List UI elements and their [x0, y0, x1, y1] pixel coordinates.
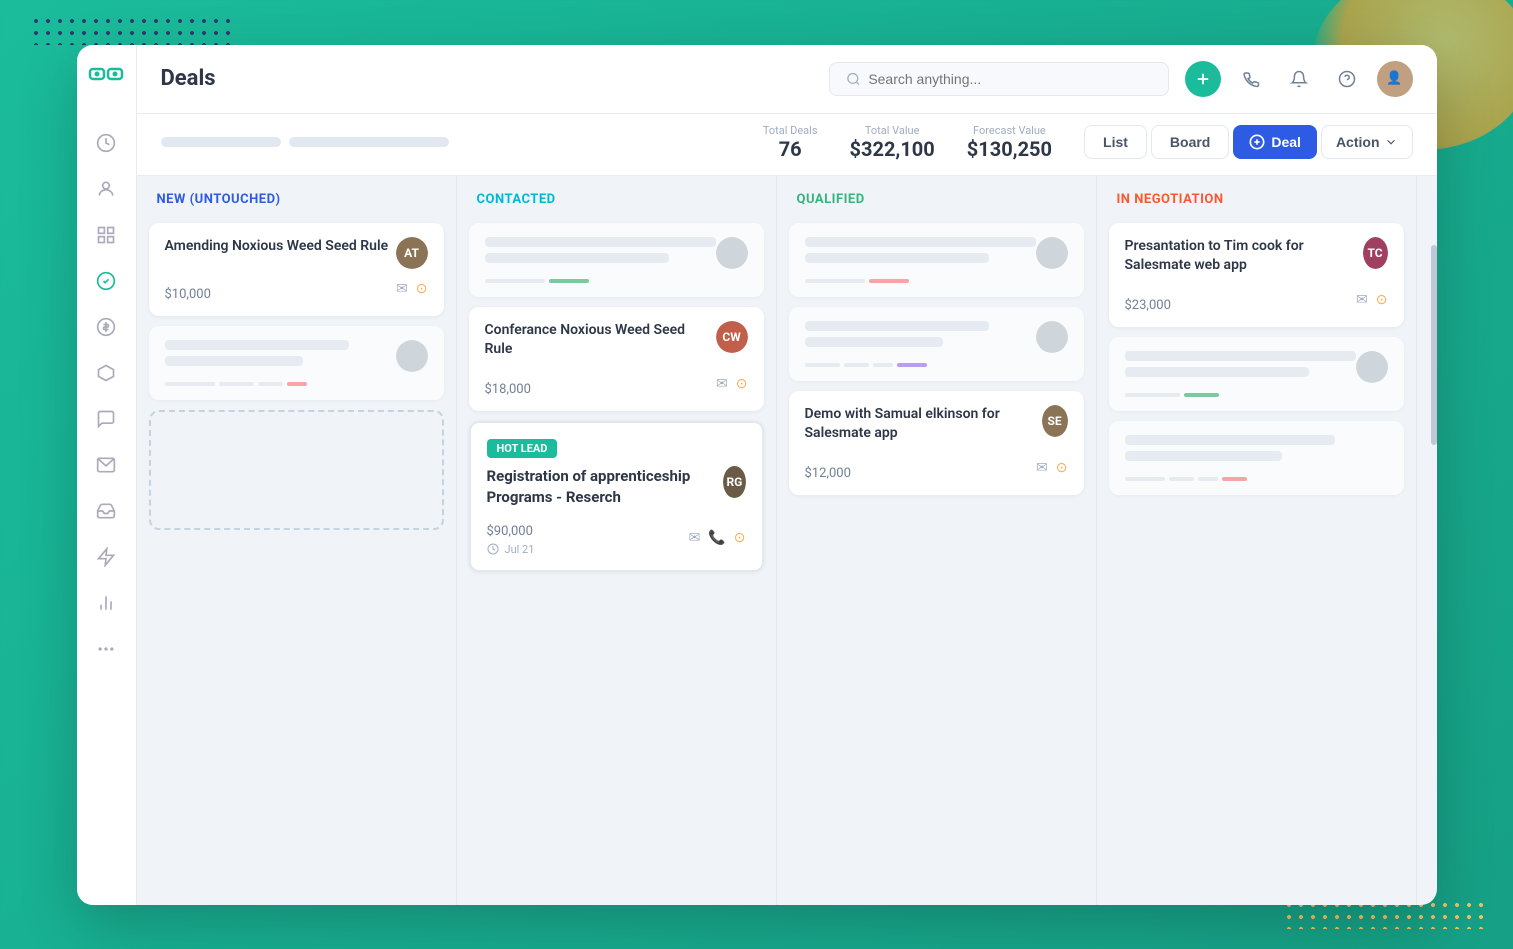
dot-pattern-top-left: [30, 15, 230, 45]
deal-card-demo[interactable]: Demo with Samual elkinson for Salesmate …: [789, 391, 1084, 495]
sidebar-item-money[interactable]: [86, 307, 126, 347]
search-icon: [846, 71, 861, 87]
mail-icon-pres[interactable]: ✉: [1356, 292, 1368, 308]
list-view-button[interactable]: List: [1084, 125, 1147, 159]
sidebar: [77, 45, 137, 905]
sidebar-item-lightning[interactable]: [86, 537, 126, 577]
column-qualified: QUALIFIED: [777, 176, 1097, 905]
avatar-c5: CW: [716, 321, 748, 353]
search-bar[interactable]: [829, 62, 1169, 96]
navigate-icon-c5[interactable]: ⊙: [736, 376, 748, 392]
navigate-icon-pres[interactable]: ⊙: [1376, 292, 1388, 308]
filter-bar-1[interactable]: [161, 137, 281, 147]
sidebar-item-companies[interactable]: [86, 215, 126, 255]
mail-icon-c5[interactable]: ✉: [716, 376, 728, 392]
kanban-board: NEW (UNTOUCHED) Amending Noxious Weed Se…: [137, 176, 1437, 905]
phone-icon-hl[interactable]: 📞: [708, 530, 725, 546]
page-title: Deals: [161, 66, 813, 91]
card-actions-c1: ✉ ⊙: [396, 281, 427, 297]
deal-card-presentation[interactable]: Presantation to Tim cook for Salesmate w…: [1109, 223, 1404, 327]
view-buttons: List Board Deal Action: [1084, 125, 1412, 159]
mail-icon-hl[interactable]: ✉: [689, 530, 701, 546]
deal-card-skeleton-1[interactable]: [149, 326, 444, 400]
avatar-demo: SE: [1042, 405, 1068, 437]
card-actions-demo: ✉ ⊙: [1036, 460, 1067, 476]
sidebar-item-messages[interactable]: [86, 399, 126, 439]
drop-zone-new[interactable]: [149, 410, 444, 530]
column-cards-qualified: Demo with Samual elkinson for Salesmate …: [777, 215, 1096, 905]
deal-card-skeleton-6[interactable]: [1109, 421, 1404, 495]
main-container: Deals 👤: [77, 45, 1437, 905]
filter-section: [161, 137, 731, 147]
sidebar-item-contacts[interactable]: [86, 169, 126, 209]
avatar-c1: AT: [396, 237, 428, 269]
card-actions-c5: ✉ ⊙: [716, 376, 747, 392]
header: Deals 👤: [137, 45, 1437, 114]
sidebar-item-deals[interactable]: [86, 261, 126, 301]
sidebar-item-inbox[interactable]: [86, 491, 126, 531]
column-header-new: NEW (UNTOUCHED): [137, 176, 456, 215]
column-contacted: CONTACTED: [457, 176, 777, 905]
scroll-thumb[interactable]: [1431, 245, 1437, 445]
deal-card-skeleton-4[interactable]: [789, 307, 1084, 381]
sidebar-logo[interactable]: [88, 61, 124, 101]
sidebar-item-more[interactable]: [86, 629, 126, 669]
navigate-icon-demo[interactable]: ⊙: [1056, 460, 1068, 476]
header-actions: 👤: [1185, 61, 1413, 97]
add-button[interactable]: [1185, 61, 1221, 97]
navigate-icon-hl[interactable]: ⊙: [734, 530, 746, 546]
phone-button[interactable]: [1233, 61, 1269, 97]
column-new: NEW (UNTOUCHED) Amending Noxious Weed Se…: [137, 176, 457, 905]
navigate-icon[interactable]: ⊙: [416, 281, 428, 297]
action-button[interactable]: Action: [1321, 125, 1413, 159]
user-avatar[interactable]: 👤: [1377, 61, 1413, 97]
stat-total-value: Total Value $322,100: [850, 124, 935, 161]
bell-button[interactable]: [1281, 61, 1317, 97]
avatar-pres: TC: [1363, 237, 1388, 269]
column-header-contacted: CONTACTED: [457, 176, 776, 215]
column-header-negotiation: IN NEGOTIATION: [1097, 176, 1416, 215]
stat-total-deals: Total Deals 76: [763, 124, 818, 161]
avatar-hot-lead: RG: [723, 466, 745, 498]
sidebar-item-products[interactable]: [86, 353, 126, 393]
column-negotiation: IN NEGOTIATION Presantation to Tim cook …: [1097, 176, 1417, 905]
search-input[interactable]: [868, 71, 1151, 87]
mail-icon[interactable]: ✉: [396, 281, 408, 297]
sidebar-item-reports[interactable]: [86, 583, 126, 623]
stat-forecast-value: Forecast Value $130,250: [967, 124, 1052, 161]
hot-lead-badge: HOT LEAD: [487, 439, 558, 458]
content-area: Deals 👤: [137, 45, 1437, 905]
column-cards-new: Amending Noxious Weed Seed Rule AT $10,0…: [137, 215, 456, 905]
add-deal-button[interactable]: Deal: [1233, 125, 1317, 159]
deal-card-amending[interactable]: Amending Noxious Weed Seed Rule AT $10,0…: [149, 223, 444, 316]
sidebar-item-dashboard[interactable]: [86, 123, 126, 163]
column-cards-contacted: Conferance Noxious Weed Seed Rule CW $18…: [457, 215, 776, 905]
help-button[interactable]: [1329, 61, 1365, 97]
stats-bar: Total Deals 76 Total Value $322,100 Fore…: [137, 114, 1437, 176]
mail-icon-demo[interactable]: ✉: [1036, 460, 1048, 476]
deal-card-skeleton-2[interactable]: [469, 223, 764, 297]
deal-card-skeleton-3[interactable]: [789, 223, 1084, 297]
board-view-button[interactable]: Board: [1151, 125, 1229, 159]
deal-card-conferance[interactable]: Conferance Noxious Weed Seed Rule CW $18…: [469, 307, 764, 411]
deal-card-skeleton-5[interactable]: [1109, 337, 1404, 411]
filter-bar-2[interactable]: [289, 137, 449, 147]
column-header-qualified: QUALIFIED: [777, 176, 1096, 215]
deal-card-hot-lead[interactable]: HOT LEAD Registration of apprenticeship …: [469, 421, 764, 572]
sidebar-item-email[interactable]: [86, 445, 126, 485]
column-cards-negotiation: Presantation to Tim cook for Salesmate w…: [1097, 215, 1416, 905]
